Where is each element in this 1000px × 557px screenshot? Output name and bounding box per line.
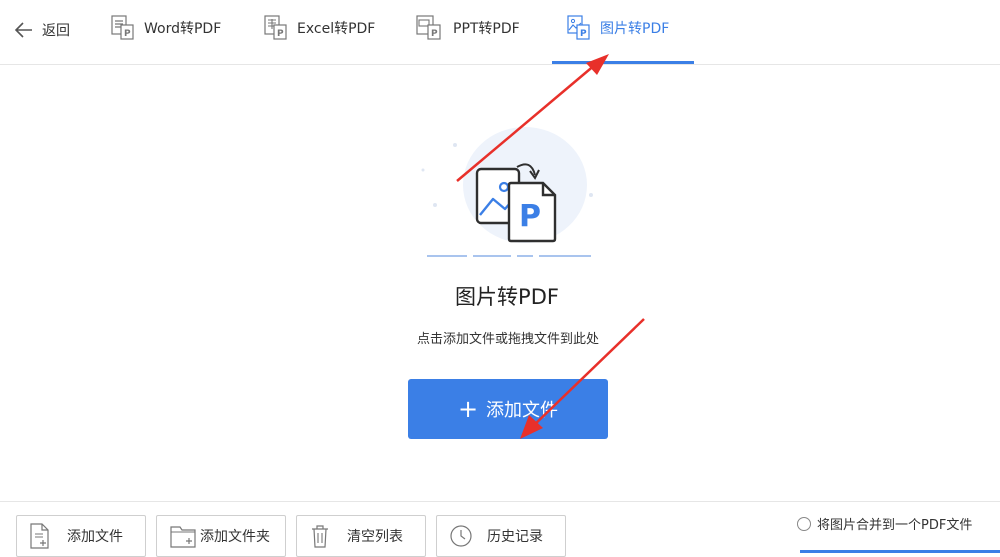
clear-list-button[interactable]: 清空列表: [296, 515, 426, 557]
excel-to-pdf-icon: P: [264, 15, 287, 40]
tab-label: 图片转PDF: [600, 21, 670, 37]
merge-option-label: 将图片合并到一个PDF文件: [817, 518, 973, 533]
history-button[interactable]: 历史记录: [436, 515, 566, 557]
merge-radio[interactable]: [797, 516, 811, 531]
merge-option[interactable]: 将图片合并到一个PDF文件: [797, 514, 972, 533]
svg-text:P: P: [431, 29, 438, 39]
svg-text:P: P: [519, 199, 541, 234]
tab-label: PPT转PDF: [453, 21, 520, 37]
footer-button-label: 添加文件夹: [200, 529, 270, 545]
add-file-footer-button[interactable]: 添加文件: [16, 515, 146, 557]
footer-button-label: 历史记录: [487, 529, 543, 545]
tab-ppt-to-pdf[interactable]: P PPT转PDF: [415, 14, 520, 42]
image-to-pdf-icon: P: [567, 15, 590, 40]
back-button[interactable]: 返回: [14, 18, 70, 42]
ppt-to-pdf-icon: P: [416, 15, 441, 40]
add-file-button[interactable]: + 添加文件: [408, 379, 608, 439]
plus-icon: +: [457, 395, 479, 423]
tab-label: Excel转PDF: [297, 21, 376, 37]
add-folder-button[interactable]: 添加文件夹: [156, 515, 286, 557]
footer-button-label: 清空列表: [347, 529, 403, 545]
tab-label: Word转PDF: [144, 21, 222, 37]
word-to-pdf-icon: P: [111, 15, 134, 40]
active-tab-indicator: [552, 61, 694, 64]
arrow-left-icon: [14, 22, 32, 38]
top-toolbar: 返回 P Word转PDF P Excel转PDF P PPT转PDF P 图片…: [0, 0, 1000, 65]
svg-text:P: P: [124, 29, 131, 39]
image-to-pdf-illustration: P: [421, 127, 593, 257]
svg-text:P: P: [580, 29, 587, 39]
page-title: 图片转PDF: [455, 285, 559, 309]
tab-excel-to-pdf[interactable]: P Excel转PDF: [263, 14, 375, 42]
drop-hint: 点击添加文件或拖拽文件到此处: [416, 332, 599, 347]
add-file-button-label: 添加文件: [486, 400, 559, 421]
footer-button-label: 添加文件: [67, 529, 123, 545]
svg-text:P: P: [277, 29, 284, 39]
annotation-overlay: [456, 54, 645, 439]
tab-image-to-pdf[interactable]: P 图片转PDF: [566, 14, 669, 42]
tab-word-to-pdf[interactable]: P Word转PDF: [110, 14, 221, 42]
back-label: 返回: [42, 23, 70, 39]
